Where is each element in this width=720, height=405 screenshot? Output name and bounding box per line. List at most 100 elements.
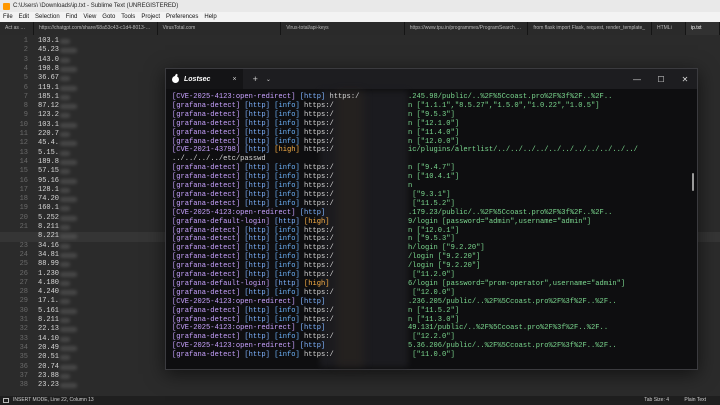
code-line[interactable]: 4.240 <box>38 288 59 297</box>
matcher-result: n ["12.0.1"] <box>408 226 460 235</box>
matcher-result: 49.131/public/..%2F%5Ccoast.pro%2F%3f%2F… <box>408 324 609 333</box>
code-line[interactable]: 34.16 <box>38 242 59 251</box>
terminal-line: [CVE-2025-4123:open-redirect] [http] <box>172 209 325 218</box>
close-button[interactable]: ✕ <box>673 75 697 84</box>
code-line[interactable]: 103.1 <box>38 121 59 130</box>
code-line[interactable]: 20.74 <box>38 363 59 372</box>
code-line[interactable]: 5.161 <box>38 307 59 316</box>
code-line[interactable]: 160.1 <box>38 204 59 213</box>
window-title: C:\Users\ \Downloads\ip.txt - Sublime Te… <box>13 3 179 9</box>
terminal-line: [CVE-2025-4123:open-redirect] [http] <box>172 324 325 333</box>
terminal-line: [grafana-detect] [http] [info] https:/ <box>172 262 334 271</box>
maximize-button[interactable]: ☐ <box>649 75 673 84</box>
code-line[interactable]: 8.211 <box>38 223 59 232</box>
severity-tag: [info] <box>274 262 300 271</box>
menu-project[interactable]: Project <box>141 14 160 20</box>
code-line[interactable]: 74.20 <box>38 195 59 204</box>
editor-tab[interactable]: from flask import Flask, request, render… <box>528 22 652 35</box>
code-line[interactable]: 4.180 <box>38 279 59 288</box>
code-line[interactable]: 45.23 <box>38 46 59 55</box>
redacted-text <box>60 336 70 342</box>
editor-tab[interactable]: Act as a st <box>0 22 34 35</box>
code-line[interactable]: 45.4. <box>38 139 59 148</box>
redacted-text <box>60 234 77 240</box>
code-line[interactable]: 128.1 <box>38 186 59 195</box>
code-line[interactable]: 143.0 <box>38 56 59 65</box>
editor-tab-active[interactable]: ip.txt <box>685 22 720 35</box>
terminal-line: [grafana-default-login] [http] [high] <box>172 280 330 289</box>
panel-toggle-icon[interactable] <box>3 398 9 403</box>
terminal-output[interactable]: [CVE-2025-4123:open-redirect] [http] htt… <box>166 89 697 369</box>
template-id: [grafana-detect] <box>172 128 241 137</box>
code-line[interactable]: 57.15 <box>38 167 59 176</box>
template-id: [CVE-2025-4123:open-redirect] <box>172 93 296 101</box>
line-number: 33 <box>19 334 28 343</box>
editor-tab[interactable]: Virus-total/api-keys <box>281 22 405 35</box>
new-tab-button[interactable]: + <box>253 74 258 84</box>
code-line[interactable]: 23.88 <box>38 372 59 381</box>
matcher-result: ["11.2.0"] <box>408 271 455 279</box>
code-line[interactable]: 123.2 <box>38 111 59 120</box>
template-id: [CVE-2025-4123:open-redirect] <box>172 342 296 351</box>
matcher-result: ["12.2.0"] <box>408 333 455 342</box>
code-line[interactable]: 20.49 <box>38 344 59 353</box>
code-line[interactable]: 103.1 <box>38 37 59 46</box>
code-line[interactable]: 8.221 <box>38 232 59 241</box>
menu-find[interactable]: Find <box>66 14 78 20</box>
code-line[interactable]: 190.8 <box>38 65 59 74</box>
minimize-button[interactable]: — <box>625 75 649 84</box>
terminal-line: [grafana-detect] [http] [info] https:/ <box>172 235 334 244</box>
editor-tab[interactable]: HTMLi <box>651 22 686 35</box>
code-line[interactable]: 5.252 <box>38 214 59 223</box>
redacted-text <box>60 243 70 249</box>
code-line[interactable]: 23.23 <box>38 381 59 390</box>
code-line[interactable]: 8.211 <box>38 316 59 325</box>
code-line[interactable]: 95.16 <box>38 177 59 186</box>
code-line[interactable]: 189.8 <box>38 158 59 167</box>
editor-tab[interactable]: https://chatgpt.com/share/68a53c43-c1d4-… <box>34 22 158 35</box>
code-line[interactable]: 88.99 <box>38 260 59 269</box>
line-number: 8 <box>23 102 28 111</box>
code-line[interactable]: 1.230 <box>38 270 59 279</box>
editor-tab[interactable]: VirusTotal.com <box>157 22 282 35</box>
terminal-scrollbar[interactable] <box>692 173 694 191</box>
code-line[interactable]: 22.13 <box>38 325 59 334</box>
code-line[interactable]: 14.10 <box>38 335 59 344</box>
menu-preferences[interactable]: Preferences <box>166 14 198 20</box>
menu-edit[interactable]: Edit <box>19 14 29 20</box>
protocol-tag: [http] <box>244 182 270 190</box>
chevron-down-icon[interactable]: ⌄ <box>266 76 271 83</box>
terminal-line: [grafana-detect] [http] [info] https:/ <box>172 289 334 298</box>
menu-selection[interactable]: Selection <box>35 14 60 20</box>
menu-view[interactable]: View <box>83 14 96 20</box>
protocol-tag: [http] <box>274 279 300 288</box>
code-line[interactable]: 220.7 <box>38 130 59 139</box>
menu-file[interactable]: File <box>3 14 13 20</box>
terminal-line: [CVE-2025-4123:open-redirect] [http] <box>172 298 325 307</box>
protocol-tag: [http] <box>244 288 270 297</box>
code-line[interactable]: 20.51 <box>38 353 59 362</box>
syntax-selector[interactable]: Plain Text <box>684 397 706 403</box>
code-line[interactable]: 36.67 <box>38 74 59 83</box>
code-line[interactable]: 17.1. <box>38 297 59 306</box>
protocol-tag: [http] <box>244 146 270 155</box>
close-tab-icon[interactable]: × <box>232 76 236 83</box>
matcher-result: ic/plugins/alertlist/../../../../../../.… <box>408 146 638 155</box>
code-line[interactable]: 87.12 <box>38 102 59 111</box>
menu-goto[interactable]: Goto <box>102 14 115 20</box>
template-id: [grafana-detect] <box>172 182 241 190</box>
editor-tab[interactable]: https://www.tpu.in/programmes/ProgramSea… <box>404 22 529 35</box>
template-id: [grafana-default-login] <box>172 217 270 226</box>
terminal-tab[interactable]: Lostsec × <box>166 69 243 89</box>
matcher-result: ["12.0.0"] <box>408 288 455 297</box>
target-url: https:/ <box>304 262 334 271</box>
code-line[interactable]: 5.15. <box>38 149 59 158</box>
menu-tools[interactable]: Tools <box>121 14 135 20</box>
tab-size-selector[interactable]: Tab Size: 4 <box>644 397 669 403</box>
code-line[interactable]: 34.81 <box>38 251 59 260</box>
menu-help[interactable]: Help <box>204 14 216 20</box>
code-line[interactable]: 185.1 <box>38 93 59 102</box>
code-line[interactable]: 119.1 <box>38 84 59 93</box>
line-number: 20 <box>19 213 28 222</box>
template-id: [grafana-detect] <box>172 235 241 244</box>
